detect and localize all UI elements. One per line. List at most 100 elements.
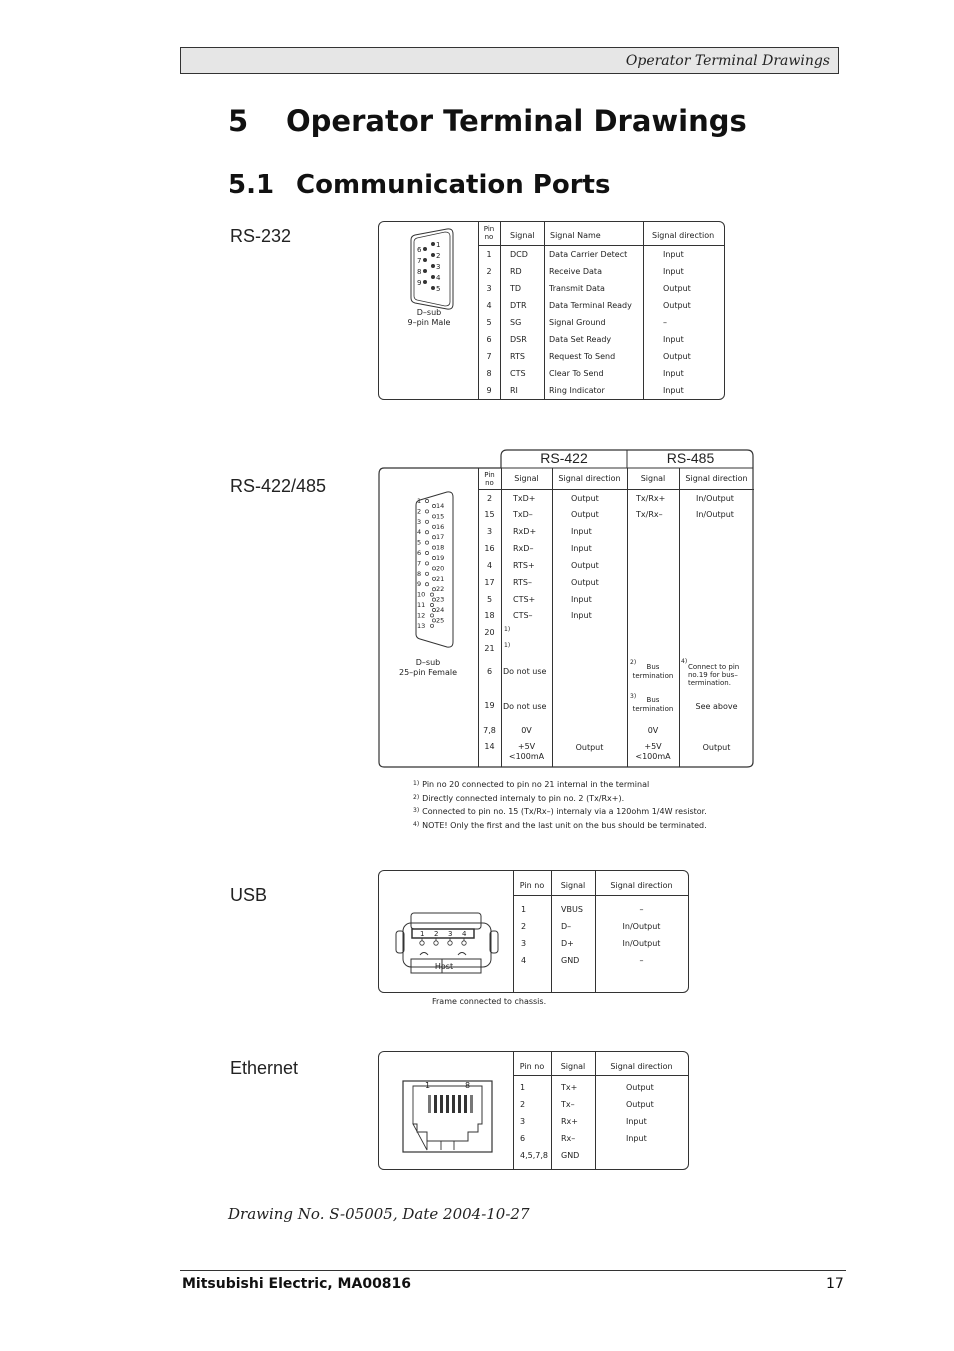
signal: SG	[510, 318, 522, 327]
page-number: 17	[826, 1276, 844, 1292]
chapter-heading: 5 Operator Terminal Drawings	[228, 104, 747, 138]
rs422-direction: Output	[571, 510, 599, 519]
signal-direction: Input	[663, 386, 684, 395]
signal: Tx+	[561, 1083, 578, 1092]
usb-frame-note: Frame connected to chassis.	[432, 997, 547, 1006]
pin-label: 4	[462, 930, 467, 938]
signal-name: Data Set Ready	[549, 335, 612, 344]
footnote-mark: 4)	[413, 820, 420, 828]
rj45-contact	[446, 1095, 449, 1113]
rs422-signal: CTS+	[513, 595, 536, 604]
signal-direction: –	[663, 318, 667, 327]
rs422-signal: RxD–	[513, 544, 534, 553]
ethernet-panel: 1 8 Pin no Signal Signal direction 1 Tx+ O…	[378, 1051, 689, 1170]
pin-contact	[461, 940, 467, 946]
footnote-mark: 2)	[413, 793, 420, 801]
rj45-contact	[428, 1095, 431, 1113]
pin-number: 3	[521, 939, 527, 948]
rj45-contact	[470, 1095, 473, 1113]
usb-panel: 1 2 3 4 Host Pin no Signal Signal direction…	[378, 870, 689, 993]
footnote-text: Connected to pin no. 15 (Tx/Rx–) interna…	[422, 807, 707, 816]
rs422-group-header: RS-422	[540, 450, 588, 466]
pin-number: 15	[484, 510, 495, 519]
rs422-direction: Output	[571, 578, 599, 587]
rs422-485-label: RS-422/485	[230, 476, 327, 496]
pin-dot	[431, 275, 435, 279]
signal-direction: Output	[663, 301, 691, 310]
pin-label: 3	[448, 930, 452, 938]
rs485-signal: Tx/Rx–	[636, 510, 663, 519]
rs485-signal: Tx/Rx+	[636, 494, 666, 503]
rj45-contact	[452, 1095, 455, 1113]
footnote: 1) Pin no 20 connected to pin no 21 inter…	[413, 780, 649, 789]
usb-header-signal: Signal	[560, 881, 586, 890]
pin-number: 21	[484, 644, 495, 653]
pin-contact	[433, 940, 439, 946]
rj45-pin-first: 1	[425, 1081, 431, 1090]
usb-label: USB	[230, 885, 268, 905]
pin-number: 6	[520, 1134, 526, 1143]
pin-number: 1	[521, 905, 527, 914]
footnote-text: NOTE! Only the first and the last unit o…	[422, 820, 707, 830]
rs422-signal: 1)	[504, 642, 511, 649]
rs422-signal: TxD–	[513, 510, 533, 519]
signal-direction: Output	[663, 284, 691, 293]
pin-number: 3	[486, 527, 493, 536]
rs422-header-direction: Signal direction	[558, 474, 621, 483]
rs422-signal: RTS–	[513, 578, 532, 587]
footnote: 2) Directly connected internaly to pin no…	[413, 794, 624, 803]
pin-number: 2	[486, 267, 492, 276]
signal-direction: Output	[626, 1083, 654, 1092]
db25-caption-2: 25–pin Female	[398, 668, 458, 677]
rj45-contact	[464, 1095, 467, 1113]
ethernet-header-pin: Pin no	[519, 1062, 545, 1071]
signal-name: Request To Send	[549, 352, 616, 361]
pin-number: 2	[520, 1100, 526, 1109]
footnote-text: Pin no 20 connected to pin no 21 interna…	[422, 780, 650, 789]
running-header-title: Operator Terminal Drawings	[625, 53, 830, 69]
pin-label: 4	[436, 274, 441, 282]
chapter-title: Operator Terminal Drawings	[286, 104, 747, 138]
db9-caption-2: 9–pin Male	[407, 318, 451, 327]
signal-name: Data Carrier Detect	[549, 250, 628, 259]
rs232-label: RS-232	[230, 226, 292, 246]
pin-label: 8	[417, 268, 421, 276]
pin-label: 7	[417, 257, 421, 265]
rj45-connector-icon	[402, 1080, 493, 1153]
rj45-contact	[434, 1095, 437, 1113]
pin-number: 6	[486, 335, 492, 344]
signal: VBUS	[561, 905, 583, 914]
pin-number: 4	[486, 561, 493, 570]
rs422-direction: Input	[571, 527, 592, 536]
signal-direction: Output	[663, 352, 691, 361]
rs422-signal: 1)	[504, 626, 511, 633]
pin-number: 2	[521, 922, 527, 931]
signal: DCD	[510, 250, 528, 259]
pin-number: 9	[486, 386, 492, 395]
rs422-signal: RTS+	[513, 561, 535, 570]
signal-direction: –	[639, 956, 644, 965]
pin-number: 4,5,7,8	[520, 1151, 548, 1160]
signal-direction: –	[639, 905, 644, 914]
pin-label: 2	[436, 252, 440, 260]
pin-dot	[423, 258, 427, 262]
pin-number: 1	[486, 250, 492, 259]
running-header: Operator Terminal Drawings	[180, 47, 839, 74]
signal: CTS	[510, 369, 526, 378]
signal-name: Transmit Data	[549, 284, 605, 293]
pin-number: 4	[486, 301, 492, 310]
signal-name: Ring Indicator	[549, 386, 605, 395]
signal: Rx+	[561, 1117, 578, 1126]
usb-host-caption: Host	[434, 962, 454, 971]
pin-contact	[419, 940, 425, 946]
signal: Tx–	[561, 1100, 575, 1109]
rs422-signal: CTS–	[513, 611, 533, 620]
rs422-signal: RxD+	[513, 527, 537, 536]
pin-number: 7	[486, 352, 492, 361]
signal-direction: In/Output	[622, 939, 661, 948]
pin-dot	[431, 242, 435, 246]
footnote-mark: 3)	[413, 807, 420, 814]
footnote: 4) NOTE! Only the first and the last unit…	[413, 821, 707, 830]
pin-dot	[423, 247, 427, 251]
footer-divider	[180, 1270, 846, 1271]
